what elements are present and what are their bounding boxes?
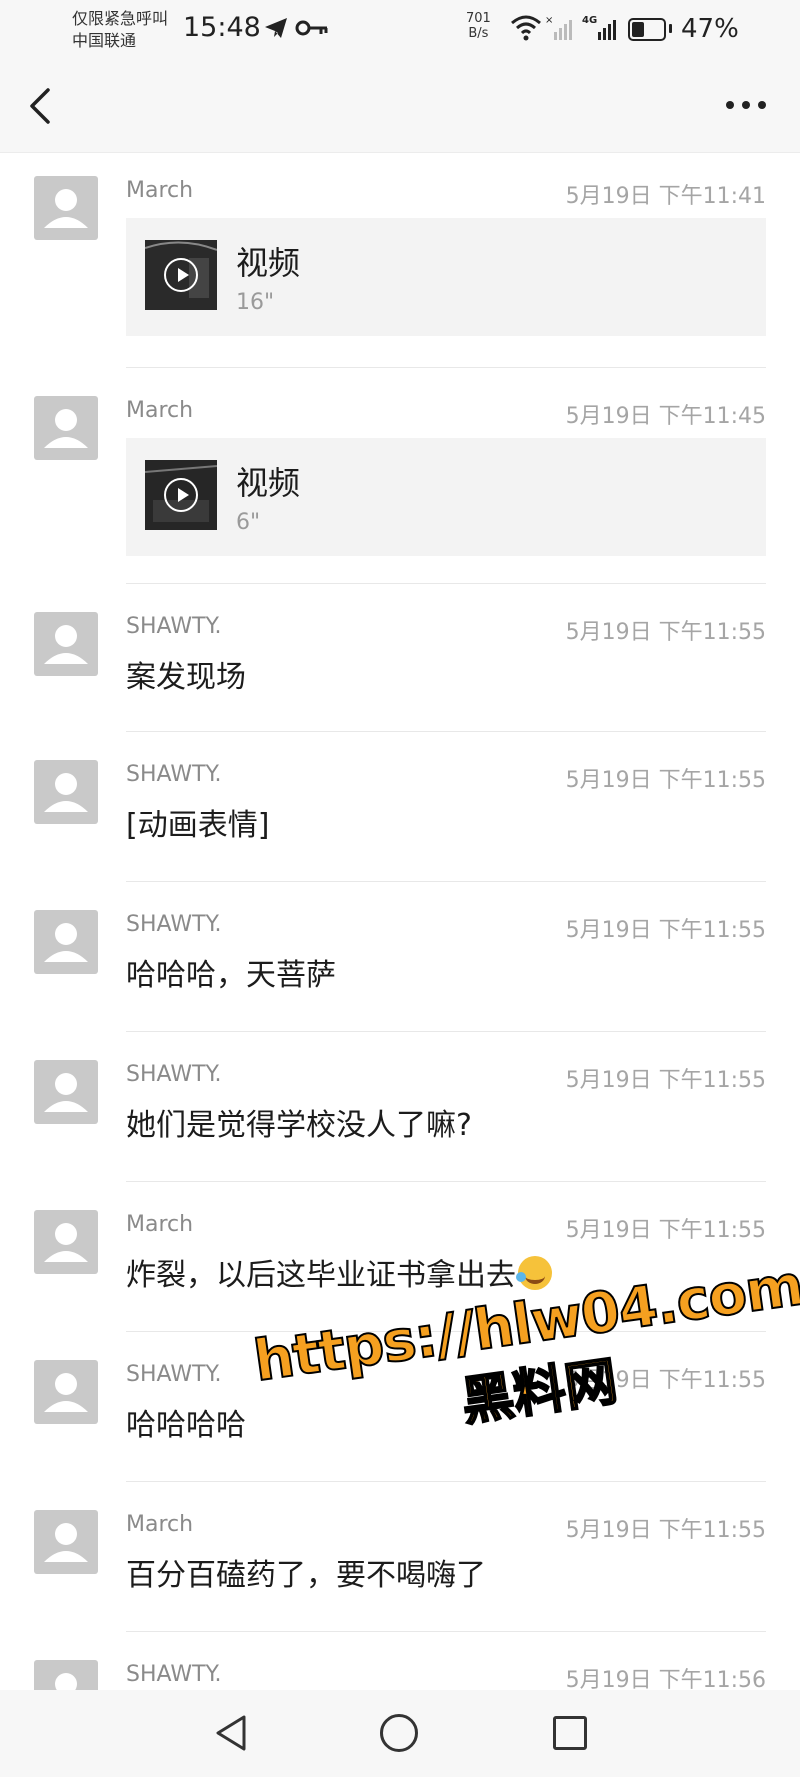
- default-avatar-icon: [44, 773, 88, 812]
- video-message[interactable]: 视频 6": [126, 438, 766, 556]
- back-chevron-icon: [30, 88, 50, 124]
- play-icon: [164, 478, 198, 512]
- emergency-only-label: 仅限紧急呼叫: [72, 9, 169, 28]
- message-text: 案发现场: [126, 660, 246, 695]
- message-list[interactable]: March 5月19日 下午11:41 视频 16" March 5月19日 下…: [0, 152, 800, 1690]
- laugh-cry-emoji-icon: [516, 1256, 552, 1290]
- message-text: 炸裂，以后这毕业证书拿出去: [126, 1258, 516, 1293]
- svg-text:×: ×: [545, 15, 553, 26]
- message-text: 百分百磕药了，要不喝嗨了: [126, 1558, 486, 1593]
- message-item[interactable]: March 5月19日 下午11:41 视频 16": [0, 152, 800, 368]
- avatar[interactable]: [34, 1360, 98, 1424]
- battery-percent: 47%: [681, 14, 739, 44]
- message-time: 5月19日 下午11:41: [565, 184, 766, 209]
- default-avatar-icon: [55, 1673, 77, 1690]
- message-time: 5月19日 下午11:55: [565, 1518, 766, 1543]
- video-duration: 6": [236, 510, 261, 535]
- wifi-icon: [510, 14, 542, 46]
- message-time: 5月19日 下午11:45: [565, 404, 766, 429]
- message-item[interactable]: SHAWTY. 5月19日 下午11:56: [0, 1632, 800, 1690]
- default-avatar-icon: [44, 1223, 88, 1262]
- nav-back-icon[interactable]: [212, 1712, 252, 1754]
- message-item[interactable]: SHAWTY. 5月19日 下午11:55 她们是觉得学校没人了嘛?: [0, 1032, 800, 1182]
- status-time: 15:48: [183, 12, 261, 43]
- message-time: 5月19日 下午11:55: [565, 620, 766, 645]
- message-time: 5月19日 下午11:55: [565, 918, 766, 943]
- status-bar: 仅限紧急呼叫 中国联通 15:48 701 B/s × 4G 47%: [0, 0, 800, 60]
- default-avatar-icon: [44, 625, 88, 664]
- message-time: 5月19日 下午11:55: [565, 1068, 766, 1093]
- message-text-row: 炸裂，以后这毕业证书拿出去: [126, 1250, 552, 1294]
- net-speed-unit: B/s: [468, 26, 489, 41]
- sender-name: SHAWTY.: [126, 912, 222, 937]
- sender-name: SHAWTY.: [126, 1062, 222, 1087]
- message-item[interactable]: March 5月19日 下午11:45 视频 6": [0, 368, 800, 584]
- avatar[interactable]: [34, 1210, 98, 1274]
- video-duration: 16": [236, 290, 275, 315]
- more-button[interactable]: [722, 90, 770, 120]
- battery-tip: [669, 24, 672, 33]
- sender-name: SHAWTY.: [126, 1662, 222, 1687]
- message-text: 哈哈哈哈: [126, 1408, 246, 1443]
- net-speed-value: 701: [466, 11, 491, 26]
- avatar[interactable]: [34, 1510, 98, 1574]
- message-item[interactable]: SHAWTY. 5月19日 下午11:55 哈哈哈，天菩萨: [0, 882, 800, 1032]
- message-time: 5月19日 下午11:55: [565, 1218, 766, 1243]
- play-icon: [164, 258, 198, 292]
- default-avatar-icon: [44, 923, 88, 962]
- sender-name: SHAWTY.: [126, 762, 222, 787]
- default-avatar-icon: [44, 409, 88, 448]
- message-time: 5月19日 下午11:55: [565, 768, 766, 793]
- message-time: 5月19日 下午11:55: [565, 1368, 766, 1393]
- nav-recent-icon[interactable]: [553, 1716, 587, 1750]
- carrier-name: 中国联通: [72, 31, 137, 50]
- battery-icon: [628, 18, 666, 41]
- net-speed: 701 B/s: [466, 11, 491, 41]
- message-item[interactable]: March 5月19日 下午11:55 炸裂，以后这毕业证书拿出去: [0, 1182, 800, 1332]
- default-avatar-icon: [44, 189, 88, 228]
- avatar[interactable]: [34, 760, 98, 824]
- message-item[interactable]: March 5月19日 下午11:55 百分百磕药了，要不喝嗨了: [0, 1482, 800, 1632]
- message-item[interactable]: SHAWTY. 5月19日 下午11:55 案发现场: [0, 584, 800, 732]
- signal-4g-label: 4G: [582, 15, 597, 26]
- sender-name: March: [126, 1512, 194, 1537]
- message-time: 5月19日 下午11:56: [565, 1668, 766, 1690]
- message-item[interactable]: SHAWTY. 5月19日 下午11:55 [动画表情]: [0, 732, 800, 882]
- default-avatar-icon: [44, 1373, 88, 1412]
- video-label: 视频: [236, 464, 301, 502]
- video-message[interactable]: 视频 16": [126, 218, 766, 336]
- avatar[interactable]: [34, 910, 98, 974]
- more-dots-icon: [726, 101, 766, 109]
- system-navigation-bar: [0, 1690, 800, 1777]
- video-thumbnail: [145, 460, 217, 530]
- key-icon: [295, 18, 329, 42]
- sender-name: SHAWTY.: [126, 614, 222, 639]
- default-avatar-icon: [44, 1073, 88, 1112]
- message-item[interactable]: SHAWTY. 5月19日 下午11:55 哈哈哈哈: [0, 1332, 800, 1482]
- back-button[interactable]: [22, 82, 62, 130]
- default-avatar-icon: [44, 1523, 88, 1562]
- avatar[interactable]: [34, 1660, 98, 1690]
- carrier-info: 仅限紧急呼叫 中国联通: [72, 8, 168, 52]
- avatar[interactable]: [34, 612, 98, 676]
- telegram-icon: [262, 14, 290, 46]
- nav-home-icon[interactable]: [380, 1714, 418, 1752]
- signal-4g-icon: 4G: [582, 14, 620, 46]
- message-text: [动画表情]: [126, 808, 270, 843]
- avatar[interactable]: [34, 396, 98, 460]
- avatar[interactable]: [34, 176, 98, 240]
- sender-name: March: [126, 178, 194, 203]
- signal-icon: ×: [545, 14, 575, 46]
- video-label: 视频: [236, 244, 301, 282]
- message-text: 哈哈哈，天菩萨: [126, 958, 336, 993]
- message-text: 她们是觉得学校没人了嘛?: [126, 1108, 472, 1143]
- sender-name: March: [126, 398, 194, 423]
- chat-history-header: [0, 60, 800, 153]
- sender-name: SHAWTY.: [126, 1362, 222, 1387]
- video-thumbnail: [145, 240, 217, 310]
- sender-name: March: [126, 1212, 194, 1237]
- avatar[interactable]: [34, 1060, 98, 1124]
